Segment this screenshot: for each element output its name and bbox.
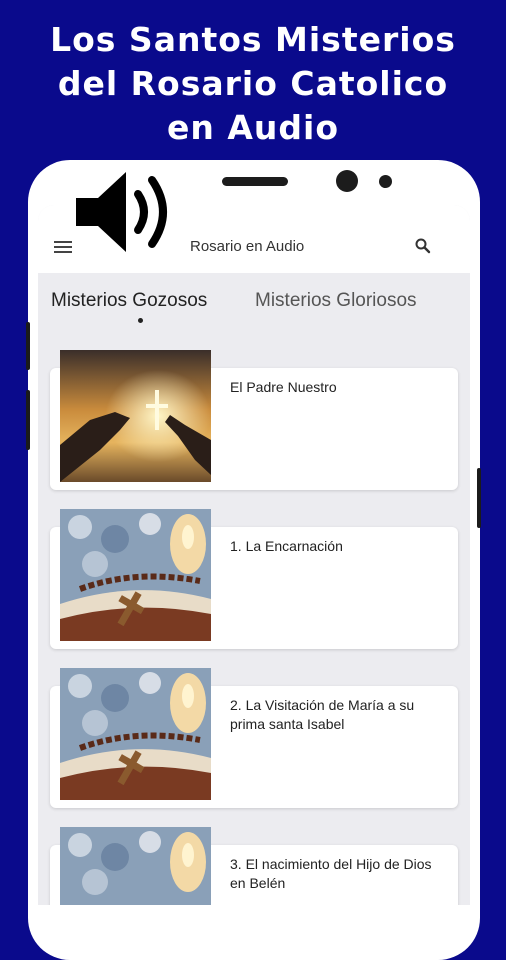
phone-speaker-slot (222, 177, 288, 186)
item-thumbnail (60, 509, 211, 641)
active-tab-indicator (138, 318, 143, 323)
tab-misterios-gozosos[interactable]: Misterios Gozosos (51, 290, 207, 312)
tab-bar: Misterios Gozosos Misterios Gloriosos (38, 273, 470, 333)
phone-camera (336, 170, 358, 192)
item-thumbnail (60, 827, 211, 905)
promo-title: Los Santos Misterios del Rosario Catolic… (0, 18, 506, 150)
item-title: 3. El nacimiento del Hijo de Dios en Bel… (230, 856, 432, 891)
item-thumbnail (60, 668, 211, 800)
phone-side-button (26, 390, 30, 450)
phone-side-button (477, 468, 481, 528)
speaker-volume-icon (76, 172, 167, 252)
app-title: Rosario en Audio (190, 238, 305, 255)
item-thumbnail (60, 350, 211, 482)
item-title: El Padre Nuestro (230, 379, 337, 395)
promo-line-2: del Rosario Catolico (57, 64, 449, 103)
item-title: 1. La Encarnación (230, 538, 343, 554)
promo-line-3: en Audio (166, 108, 339, 147)
promo-line-1: Los Santos Misterios (50, 20, 456, 59)
app-screen: Rosario en Audio Misterios Gozosos Miste… (38, 205, 470, 905)
search-icon[interactable] (414, 237, 432, 255)
phone-sensor (379, 175, 392, 188)
phone-side-button (26, 322, 30, 370)
tab-misterios-gloriosos[interactable]: Misterios Gloriosos (255, 290, 417, 312)
item-title: 2. La Visitación de María a su prima san… (230, 697, 415, 732)
hamburger-menu-icon[interactable] (54, 241, 72, 255)
